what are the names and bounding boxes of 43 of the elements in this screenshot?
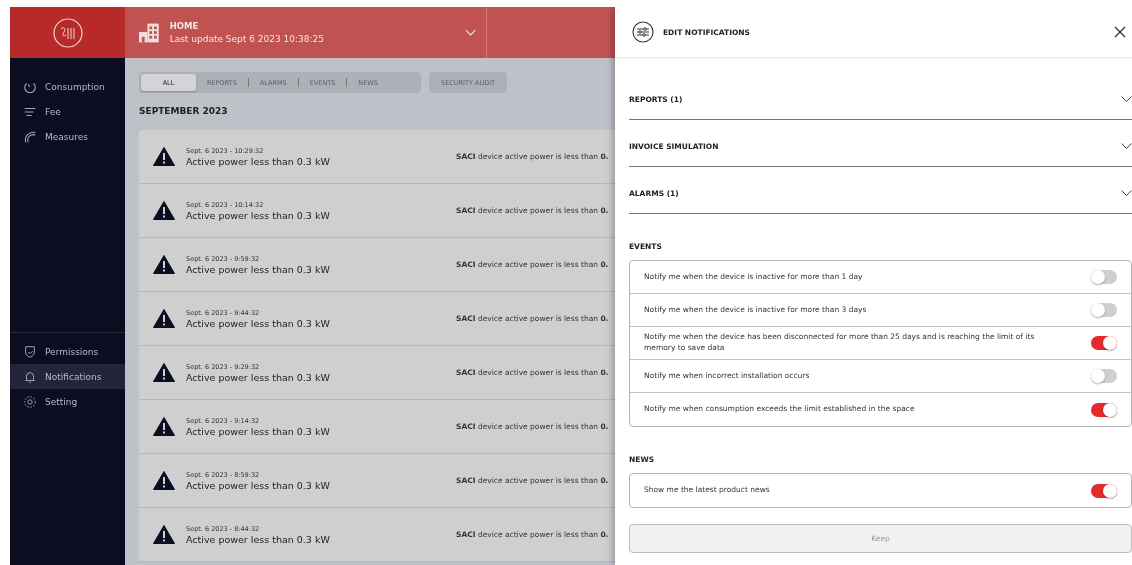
- toggle-switch[interactable]: [1091, 270, 1117, 284]
- chevron-down-icon[interactable]: [465, 28, 477, 37]
- toggle-switch[interactable]: [1091, 402, 1117, 417]
- warning-icon: [153, 417, 175, 436]
- warning-icon: [153, 363, 175, 382]
- gear-icon: [23, 394, 37, 409]
- notification-title: Active power less than 0.3 kW: [186, 209, 331, 221]
- notification-title: Active power less than 0.3 kW: [186, 155, 331, 167]
- warning-icon: [153, 255, 175, 274]
- curve-icon: [23, 129, 37, 144]
- building-icon: [139, 22, 160, 43]
- nav-item[interactable]: Consumption: [10, 74, 125, 99]
- nav-item[interactable]: Setting: [10, 389, 125, 414]
- notification-title: Active power less than 0.3 kW: [186, 317, 331, 329]
- warning-icon: [153, 525, 175, 544]
- month-heading: SEPTEMBER 2023: [139, 106, 229, 116]
- notification-title: Active power less than 0.3 kW: [186, 479, 331, 491]
- close-icon[interactable]: [1114, 26, 1126, 38]
- toggle-switch[interactable]: [1091, 369, 1117, 383]
- shield-icon: [23, 344, 37, 359]
- toggle-switch[interactable]: [1091, 336, 1117, 350]
- notification-title: Active power less than 0.3 kW: [186, 371, 331, 383]
- chevron-icon: [1121, 189, 1132, 197]
- logo-icon: [51, 16, 84, 49]
- nav-item[interactable]: Fee: [10, 99, 125, 124]
- sliders-icon: [632, 21, 654, 43]
- notification-title: Active power less than 0.3 kW: [186, 425, 331, 437]
- warning-icon: [153, 471, 175, 490]
- warning-icon: [153, 309, 175, 328]
- warning-icon: [153, 201, 175, 220]
- nav-item[interactable]: Notifications: [10, 364, 125, 389]
- bell-icon: [23, 369, 37, 384]
- chevron-icon: [1121, 95, 1132, 103]
- location-name: HOME: [169, 21, 200, 31]
- nav-item[interactable]: Permissions: [10, 339, 125, 364]
- chevron-icon: [1121, 142, 1132, 150]
- warning-icon: [153, 147, 175, 166]
- toggle-switch[interactable]: [1091, 303, 1117, 317]
- nav-item[interactable]: Measures: [10, 124, 125, 149]
- toggle-switch[interactable]: [1091, 483, 1117, 498]
- last-update: Last update Sept 6 2023 10:38:25: [169, 34, 325, 44]
- notification-title: Active power less than 0.3 kW: [186, 533, 331, 545]
- notification-title: Active power less than 0.3 kW: [186, 263, 331, 275]
